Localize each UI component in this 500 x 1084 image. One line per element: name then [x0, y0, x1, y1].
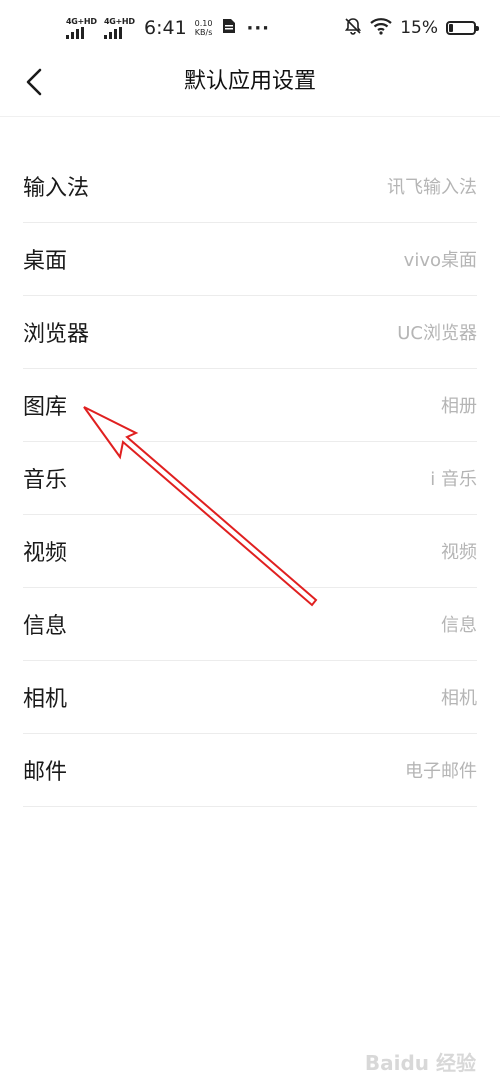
item-label: 相机 [23, 687, 68, 712]
list-item-camera[interactable]: 相机 相机 [23, 661, 477, 734]
list-item-video[interactable]: 视频 视频 [23, 515, 477, 588]
wifi-icon [370, 17, 392, 40]
default-apps-list: 输入法 讯飞输入法 桌面 vivo桌面 浏览器 UC浏览器 图库 相册 音乐 i… [23, 150, 477, 807]
item-value: 讯飞输入法 [387, 177, 477, 198]
list-item-input-method[interactable]: 输入法 讯飞输入法 [23, 150, 477, 223]
list-item-gallery[interactable]: 图库 相册 [23, 369, 477, 442]
item-label: 输入法 [23, 176, 90, 201]
signal-2-icon: 4G+HD [104, 17, 135, 39]
signal-2-label: 4G+HD [104, 17, 135, 26]
list-item-browser[interactable]: 浏览器 UC浏览器 [23, 296, 477, 369]
status-right: 15% [344, 17, 479, 40]
net-speed-unit: KB/s [194, 28, 213, 37]
item-value: vivo桌面 [403, 250, 477, 271]
more-indicator: ··· [246, 17, 270, 39]
item-label: 邮件 [23, 760, 68, 785]
sim-card-icon [220, 17, 238, 40]
item-label: 音乐 [23, 468, 68, 493]
watermark-logo: Baidu 经验 [364, 1051, 476, 1075]
list-item-email[interactable]: 邮件 电子邮件 [23, 734, 477, 807]
item-value: i 音乐 [430, 469, 477, 490]
list-item-launcher[interactable]: 桌面 vivo桌面 [23, 223, 477, 296]
net-speed-value: 0.10 [194, 19, 213, 28]
item-value: 相机 [441, 688, 477, 709]
item-value: 视频 [441, 542, 477, 563]
signal-1-icon: 4G+HD [66, 17, 97, 39]
title-bar: 默认应用设置 [0, 56, 500, 108]
title-divider [0, 116, 500, 117]
item-label: 浏览器 [23, 322, 90, 347]
signal-1-label: 4G+HD [66, 17, 97, 26]
battery-fill [449, 24, 453, 32]
page-title: 默认应用设置 [183, 69, 316, 94]
item-value: UC浏览器 [397, 323, 477, 344]
status-bar: 4G+HD 4G+HD 6:41 0.10 KB/s ··· 15% [0, 0, 500, 56]
item-value: 信息 [441, 615, 477, 636]
item-label: 桌面 [23, 249, 68, 274]
battery-percent: 15% [400, 18, 438, 38]
item-label: 视频 [23, 541, 68, 566]
item-label: 图库 [23, 395, 68, 420]
screen: 4G+HD 4G+HD 6:41 0.10 KB/s ··· 15% 默认应用设… [0, 0, 500, 1084]
battery-icon [446, 21, 479, 35]
bell-off-icon [344, 17, 362, 40]
item-value: 相册 [441, 396, 477, 417]
list-item-music[interactable]: 音乐 i 音乐 [23, 442, 477, 515]
list-item-messages[interactable]: 信息 信息 [23, 588, 477, 661]
item-value: 电子邮件 [405, 761, 477, 782]
net-speed: 0.10 KB/s [195, 19, 213, 37]
status-left: 4G+HD 4G+HD 6:41 0.10 KB/s ··· [66, 17, 270, 40]
status-time: 6:41 [144, 17, 187, 39]
item-label: 信息 [23, 614, 68, 639]
